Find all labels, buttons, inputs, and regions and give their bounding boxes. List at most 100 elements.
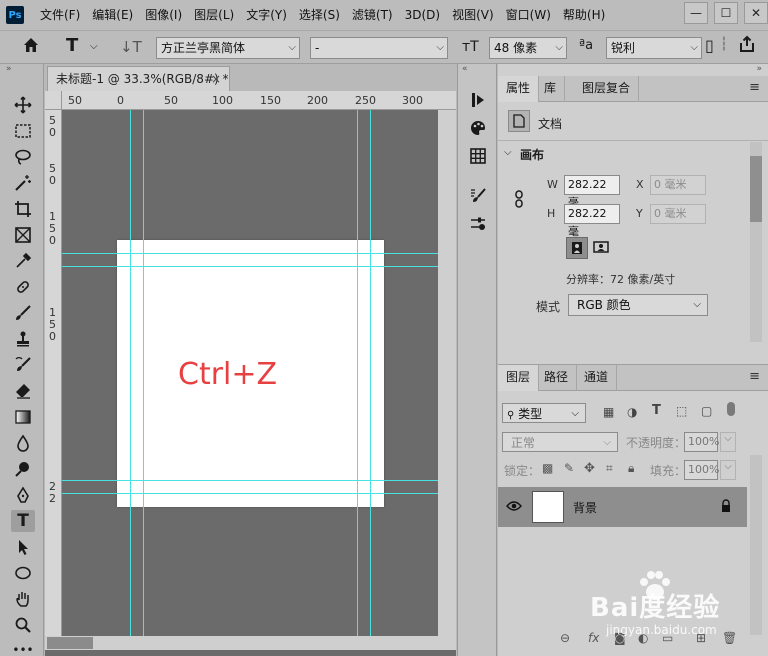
dodge-tool-icon[interactable] <box>11 458 35 480</box>
color-mode-select[interactable]: RGB 颜色 ⌵ <box>568 294 708 316</box>
fill-input[interactable]: 100% <box>684 460 719 480</box>
history-brush-tool-icon[interactable] <box>11 354 35 376</box>
layer-name[interactable]: 背景 <box>573 499 597 516</box>
delete-layer-icon[interactable]: 🗑︎ <box>722 631 737 645</box>
filter-toggle[interactable] <box>727 402 735 416</box>
eraser-tool-icon[interactable] <box>11 380 35 402</box>
canvas-text-layer[interactable]: Ctrl+Z <box>178 357 277 392</box>
menu-window[interactable]: 窗口(W) <box>500 0 557 30</box>
clone-stamp-tool-icon[interactable] <box>11 328 35 350</box>
collapse-toolbar-icon[interactable]: » <box>6 64 12 74</box>
healing-brush-tool-icon[interactable] <box>11 276 35 298</box>
text-orientation-icon[interactable]: ↓T <box>120 37 142 57</box>
chevron-down-icon[interactable]: ⌵ <box>90 37 98 57</box>
new-layer-icon[interactable]: ⊞ <box>696 631 706 645</box>
share-icon[interactable] <box>738 35 756 58</box>
horizontal-ruler[interactable]: 50 0 50 100 150 200 250 300 <box>62 91 456 110</box>
collapse-panel-icon[interactable]: » <box>756 64 762 74</box>
portrait-orientation-icon[interactable] <box>566 237 588 259</box>
document-tab[interactable]: 未标题-1 @ 33.3%(RGB/8#) * × <box>47 66 230 91</box>
guide-line[interactable] <box>143 110 144 636</box>
layer-row-background[interactable]: 背景 <box>498 487 747 527</box>
blur-tool-icon[interactable] <box>11 432 35 454</box>
menu-select[interactable]: 选择(S) <box>293 0 346 30</box>
link-layers-icon[interactable]: ⊖ <box>560 631 570 645</box>
type-tool-icon[interactable]: T <box>11 510 35 532</box>
lock-artboard-icon[interactable]: ⌗ <box>606 461 613 476</box>
guide-line[interactable] <box>62 253 438 254</box>
width-input[interactable]: 282.22 毫 <box>564 175 620 209</box>
ellipse-tool-icon[interactable] <box>11 562 35 584</box>
lock-position-icon[interactable]: ✥ <box>584 461 595 476</box>
lock-all-icon[interactable]: 🔒︎ <box>628 461 634 476</box>
chevron-down-icon[interactable]: ⌵ <box>720 460 736 480</box>
magic-wand-tool-icon[interactable] <box>11 172 35 194</box>
guide-line[interactable] <box>62 480 438 481</box>
path-selection-tool-icon[interactable] <box>11 536 35 558</box>
hand-tool-icon[interactable] <box>11 588 35 610</box>
guide-line[interactable] <box>370 110 371 636</box>
canvas-section-title[interactable]: 画布 <box>520 146 544 163</box>
link-icon[interactable] <box>514 190 524 211</box>
eyedropper-tool-icon[interactable] <box>11 250 35 272</box>
menu-view[interactable]: 视图(V) <box>446 0 500 30</box>
landscape-orientation-icon[interactable] <box>593 240 609 257</box>
antialias-select[interactable]: 锐利 ⌵ <box>606 37 702 59</box>
layers-scrollbar[interactable] <box>750 455 762 635</box>
minimize-button[interactable]: — <box>684 2 708 24</box>
ruler-origin[interactable] <box>45 91 62 110</box>
panel-menu-icon[interactable]: ≡ <box>749 369 760 384</box>
chevron-down-icon[interactable]: ⌵ <box>720 432 736 452</box>
layer-mask-icon[interactable]: ◙ <box>614 631 626 645</box>
lasso-tool-icon[interactable] <box>11 146 35 168</box>
filter-adjustment-icon[interactable]: ◑ <box>627 405 637 419</box>
more-tools-icon[interactable]: ••• <box>11 639 35 656</box>
height-input[interactable]: 282.22 毫 <box>564 204 620 238</box>
tab-layer-comps[interactable]: 图层复合 <box>574 76 640 102</box>
font-family-select[interactable]: 方正兰亭黑简体 ⌵ <box>156 37 300 59</box>
home-icon[interactable] <box>22 36 40 59</box>
tab-libraries[interactable]: 库 <box>536 76 566 102</box>
eye-icon[interactable] <box>506 500 522 515</box>
horizontal-scrollbar[interactable] <box>45 636 456 650</box>
menu-filter[interactable]: 滤镜(T) <box>346 0 399 30</box>
tab-paths[interactable]: 路径 <box>536 365 578 391</box>
marquee-tool-icon[interactable] <box>11 120 35 142</box>
frame-tool-icon[interactable] <box>11 224 35 246</box>
type-tool-preset-icon[interactable]: T <box>66 36 78 56</box>
menu-type[interactable]: 文字(Y) <box>240 0 293 30</box>
new-group-icon[interactable]: ▭ <box>662 631 673 645</box>
menu-image[interactable]: 图像(I) <box>139 0 188 30</box>
filter-shape-icon[interactable]: ⬚ <box>676 404 687 418</box>
maximize-button[interactable]: ☐ <box>714 2 738 24</box>
guide-line[interactable] <box>62 266 438 267</box>
guide-line[interactable] <box>357 110 358 636</box>
move-tool-icon[interactable] <box>11 94 35 116</box>
layer-filter-select[interactable]: ⚲ 类型 ⌵ <box>502 403 586 423</box>
color-palette-icon[interactable] <box>468 118 488 138</box>
adjustments-icon[interactable] <box>468 214 488 234</box>
guide-line[interactable] <box>130 110 131 636</box>
tab-channels[interactable]: 通道 <box>576 365 618 391</box>
collapse-panels-icon[interactable]: « <box>462 64 468 74</box>
pen-tool-icon[interactable] <box>11 484 35 506</box>
chevron-down-icon[interactable]: ⌵ <box>504 147 512 158</box>
zoom-tool-icon[interactable] <box>11 614 35 636</box>
vertical-scrollbar[interactable] <box>438 110 456 636</box>
lock-paint-icon[interactable]: ✎ <box>564 461 574 475</box>
gradient-tool-icon[interactable] <box>11 406 35 428</box>
layer-style-icon[interactable]: fx <box>588 631 599 645</box>
vertical-ruler[interactable]: 5 0 5 0 1 5 0 1 5 0 2 2 <box>45 110 62 638</box>
align-left-icon[interactable]: ▯ <box>705 36 714 56</box>
font-size-select[interactable]: 48 像素 ⌵ <box>489 37 567 59</box>
menu-help[interactable]: 帮助(H) <box>557 0 611 30</box>
crop-tool-icon[interactable] <box>11 198 35 220</box>
menu-layer[interactable]: 图层(L) <box>188 0 240 30</box>
panel-menu-icon[interactable]: ≡ <box>749 80 760 95</box>
close-window-button[interactable]: ✕ <box>744 2 768 24</box>
swatches-grid-icon[interactable] <box>468 146 488 166</box>
lock-transparent-icon[interactable]: ▩ <box>542 461 553 475</box>
tab-layers[interactable]: 图层 <box>498 365 540 391</box>
font-style-select[interactable]: - ⌵ <box>310 37 448 59</box>
history-panel-icon[interactable] <box>468 90 488 110</box>
